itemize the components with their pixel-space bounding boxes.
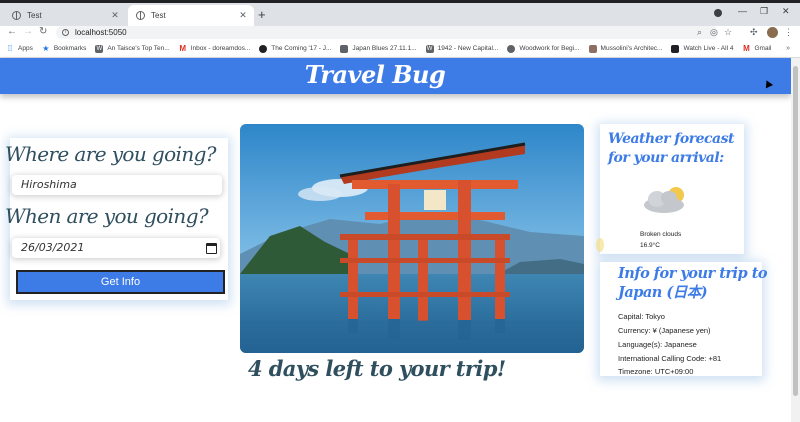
app-header: Travel Bug — [0, 58, 791, 94]
tab-title: Test — [27, 11, 42, 20]
minimize-button[interactable]: — — [738, 6, 747, 16]
address-bar[interactable]: i localhost:5050 — [56, 26, 718, 39]
mouse-cursor-icon — [762, 78, 774, 89]
bookmark-an-taisce[interactable]: W An Taisce's Top Ten... — [95, 44, 170, 53]
country-timezone: Timezone: UTC+09:00 — [618, 367, 694, 376]
bookmark-bookmarks[interactable]: ★ Bookmarks — [42, 43, 86, 53]
decorative-blob — [596, 238, 604, 252]
bookmark-woodwork[interactable]: Woodwork for Begi... — [507, 44, 580, 53]
bookmark-apps[interactable]: ⁞⁞ Apps — [6, 43, 33, 53]
menu-kebab-icon[interactable]: ⋮ — [784, 27, 793, 38]
country-capital: Capital: Tokyo — [618, 312, 665, 321]
globe-icon — [136, 11, 145, 20]
country-currency: Currency: ¥ (Japanese yen) — [618, 326, 711, 335]
bookmark-gmail[interactable]: M Gmail — [742, 43, 771, 53]
close-window-button[interactable]: ✕ — [782, 6, 790, 17]
partly-cloudy-icon — [644, 187, 684, 213]
where-heading: Where are you going? — [5, 142, 217, 166]
forward-arrow-icon[interactable]: → — [23, 26, 33, 38]
when-heading: When are you going? — [5, 204, 209, 228]
weather-heading: Weather forecast for your arrival: — [608, 131, 734, 166]
tab-test-2-active[interactable]: Test ✕ — [128, 5, 254, 26]
circle-icon — [259, 44, 268, 53]
torii-gate-image — [240, 124, 584, 353]
date-input[interactable] — [12, 238, 220, 258]
tab-test-1[interactable]: Test ✕ — [4, 5, 126, 26]
bookmarks-bar: ⁞⁞ Apps ★ Bookmarks W An Taisce's Top Ten..… — [0, 40, 800, 58]
apps-grid-icon: ⁞⁞ — [7, 43, 13, 53]
close-icon[interactable]: ✕ — [236, 10, 250, 21]
bookmark-watch-live[interactable]: Watch Live - All 4 — [671, 44, 733, 53]
back-arrow-icon[interactable]: ← — [7, 26, 17, 38]
destination-input[interactable] — [12, 175, 222, 195]
get-info-button[interactable]: Get Info — [16, 270, 225, 294]
weather-description: Broken clouds — [640, 231, 682, 238]
restore-button[interactable]: ❐ — [760, 6, 768, 17]
page-scrollbar[interactable] — [791, 58, 800, 422]
gmail-icon: M — [179, 43, 186, 53]
country-languages: Language(s): Japanese — [618, 340, 697, 349]
star-icon: ★ — [42, 43, 50, 53]
extensions-puzzle-icon[interactable]: ✣ — [750, 27, 758, 38]
tab-title: Test — [151, 11, 166, 20]
country-heading: Info for your trip to Japan (日本) — [618, 265, 768, 301]
calendar-icon[interactable] — [206, 243, 217, 254]
country-calling-code: International Calling Code: +81 — [618, 354, 722, 363]
profile-avatar[interactable] — [767, 27, 778, 38]
page-viewport: Travel Bug Where are you going? When are… — [0, 58, 791, 422]
bookmark-japan-blues[interactable]: Japan Blues 27.11.1... — [340, 44, 417, 53]
reload-icon[interactable]: ↻ — [39, 26, 47, 38]
bookmarks-overflow-button[interactable]: » — [786, 45, 790, 52]
media-record-icon[interactable] — [714, 9, 722, 17]
url-text: localhost:5050 — [75, 28, 127, 37]
page-icon — [340, 44, 349, 53]
trip-countdown: 4 days left to your trip! — [248, 356, 506, 381]
new-tab-button[interactable]: + — [258, 7, 266, 22]
app-title: Travel Bug — [304, 60, 446, 89]
destination-photo — [240, 124, 584, 353]
weather-temperature: 16.9°C — [640, 242, 660, 249]
close-icon[interactable]: ✕ — [108, 10, 122, 21]
window-top-edge — [0, 0, 800, 3]
bookmark-inbox[interactable]: M Inbox - doreamdos... — [179, 43, 250, 53]
wordpress-icon: W — [95, 44, 104, 53]
globe-icon — [12, 11, 21, 20]
eye-off-icon[interactable]: ◎ — [710, 27, 718, 38]
site-info-icon[interactable]: i — [62, 29, 69, 36]
bookmark-1942[interactable]: W 1942 - New Capital... — [425, 44, 498, 53]
bookmark-star-icon[interactable]: ☆ — [724, 27, 732, 38]
wordpress-icon: W — [425, 44, 434, 53]
bookmark-the-coming[interactable]: The Coming '17 - J... — [259, 44, 331, 53]
scrollbar-thumb[interactable] — [793, 66, 798, 396]
page-icon — [588, 44, 597, 53]
tab-strip: Test ✕ Test ✕ + — ❐ ✕ — [0, 0, 800, 26]
browser-toolbar: ← → ↻ i localhost:5050 ⌕ ◎ ☆ ✣ ⋮ — [0, 26, 800, 40]
bookmark-mussolini[interactable]: Mussolini's Architec... — [588, 44, 662, 53]
site-icon — [507, 44, 516, 53]
zoom-icon[interactable]: ⌕ — [697, 27, 702, 38]
gmail-icon: M — [743, 43, 750, 53]
page-icon — [671, 44, 680, 53]
